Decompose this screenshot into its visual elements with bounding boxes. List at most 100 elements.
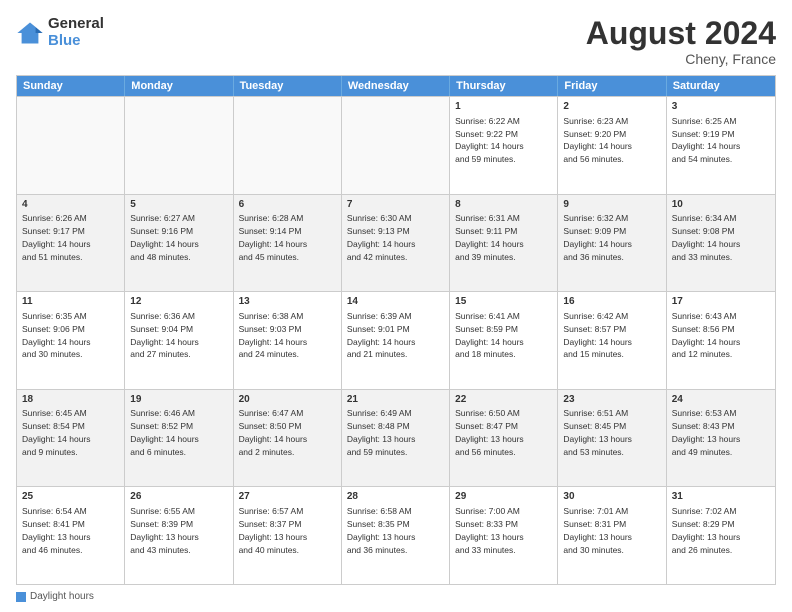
cell-info: Sunrise: 6:38 AM Sunset: 9:03 PM Dayligh… [239,311,308,360]
cal-cell-empty-2 [234,97,342,194]
cal-cell-21: 21Sunrise: 6:49 AM Sunset: 8:48 PM Dayli… [342,390,450,487]
cell-info: Sunrise: 7:02 AM Sunset: 8:29 PM Dayligh… [672,506,741,555]
day-number: 5 [130,198,227,212]
header-day-wednesday: Wednesday [342,76,450,96]
day-number: 6 [239,198,336,212]
cell-info: Sunrise: 6:25 AM Sunset: 9:19 PM Dayligh… [672,116,741,165]
cal-cell-13: 13 Sunrise: 6:38 AM Sunset: 9:03 PM Dayli… [234,292,342,389]
cell-info: Sunrise: 6:31 AM Sunset: 9:11 PM Dayligh… [455,213,524,262]
cell-info: Sunrise: 7:01 AM Sunset: 8:31 PM Dayligh… [563,506,632,555]
logo: General Blue [16,16,104,49]
cell-info: Sunrise: 6:49 AM Sunset: 8:48 PM Dayligh… [347,408,416,457]
day-number: 2 [563,100,660,114]
calendar: SundayMondayTuesdayWednesdayThursdayFrid… [16,75,776,585]
cal-cell-12: 12 Sunrise: 6:36 AM Sunset: 9:04 PM Dayli… [125,292,233,389]
cell-info: Sunrise: 6:50 AM Sunset: 8:47 PM Dayligh… [455,408,524,457]
day-number: 21 [347,393,444,407]
cell-info: Sunrise: 6:55 AM Sunset: 8:39 PM Dayligh… [130,506,199,555]
title-block: August 2024 Cheny, France [586,16,776,67]
cal-cell-6: 6Sunrise: 6:28 AM Sunset: 9:14 PM Daylig… [234,195,342,292]
cal-cell-24: 24Sunrise: 6:53 AM Sunset: 8:43 PM Dayli… [667,390,775,487]
day-number: 22 [455,393,552,407]
cal-cell-31: 31Sunrise: 7:02 AM Sunset: 8:29 PM Dayli… [667,487,775,584]
cell-info: Sunrise: 6:42 AM Sunset: 8:57 PM Dayligh… [563,311,632,360]
day-number: 24 [672,393,770,407]
footer: Daylight hours [16,591,776,602]
calendar-row-2: 4Sunrise: 6:26 AM Sunset: 9:17 PM Daylig… [17,194,775,292]
cal-cell-18: 18Sunrise: 6:45 AM Sunset: 8:54 PM Dayli… [17,390,125,487]
day-number: 27 [239,490,336,504]
cal-cell-30: 30 Sunrise: 7:01 AM Sunset: 8:31 PM Dayli… [558,487,666,584]
cal-cell-25: 25 Sunrise: 6:54 AM Sunset: 8:41 PM Dayli… [17,487,125,584]
day-number: 7 [347,198,444,212]
cal-cell-15: 15Sunrise: 6:41 AM Sunset: 8:59 PM Dayli… [450,292,558,389]
cal-cell-5: 5Sunrise: 6:27 AM Sunset: 9:16 PM Daylig… [125,195,233,292]
cal-cell-8: 8Sunrise: 6:31 AM Sunset: 9:11 PM Daylig… [450,195,558,292]
cal-cell-empty-3 [342,97,450,194]
calendar-row-4: 18Sunrise: 6:45 AM Sunset: 8:54 PM Dayli… [17,389,775,487]
cell-info: Sunrise: 6:43 AM Sunset: 8:56 PM Dayligh… [672,311,741,360]
logo-text: General Blue [48,16,104,49]
day-number: 28 [347,490,444,504]
cal-cell-28: 28Sunrise: 6:58 AM Sunset: 8:35 PM Dayli… [342,487,450,584]
cal-cell-27: 27Sunrise: 6:57 AM Sunset: 8:37 PM Dayli… [234,487,342,584]
day-number: 1 [455,100,552,114]
day-number: 16 [563,295,660,309]
day-number: 4 [22,198,119,212]
cell-info: Sunrise: 6:39 AM Sunset: 9:01 PM Dayligh… [347,311,416,360]
cal-cell-26: 26 Sunrise: 6:55 AM Sunset: 8:39 PM Dayli… [125,487,233,584]
cal-cell-4: 4Sunrise: 6:26 AM Sunset: 9:17 PM Daylig… [17,195,125,292]
day-number: 17 [672,295,770,309]
cell-info: Sunrise: 6:23 AM Sunset: 9:20 PM Dayligh… [563,116,632,165]
cal-cell-19: 19Sunrise: 6:46 AM Sunset: 8:52 PM Dayli… [125,390,233,487]
cal-cell-empty-0 [17,97,125,194]
cell-info: Sunrise: 6:46 AM Sunset: 8:52 PM Dayligh… [130,408,199,457]
cell-info: Sunrise: 6:35 AM Sunset: 9:06 PM Dayligh… [22,311,91,360]
location: Cheny, France [586,51,776,67]
cell-info: Sunrise: 6:26 AM Sunset: 9:17 PM Dayligh… [22,213,91,262]
header-day-tuesday: Tuesday [234,76,342,96]
day-number: 13 [239,295,336,309]
day-number: 12 [130,295,227,309]
cal-cell-1: 1Sunrise: 6:22 AM Sunset: 9:22 PM Daylig… [450,97,558,194]
cell-info: Sunrise: 6:45 AM Sunset: 8:54 PM Dayligh… [22,408,91,457]
day-number: 29 [455,490,552,504]
calendar-row-1: 1Sunrise: 6:22 AM Sunset: 9:22 PM Daylig… [17,96,775,194]
cell-info: Sunrise: 6:28 AM Sunset: 9:14 PM Dayligh… [239,213,308,262]
cal-cell-11: 11 Sunrise: 6:35 AM Sunset: 9:06 PM Dayli… [17,292,125,389]
day-number: 8 [455,198,552,212]
header-day-saturday: Saturday [667,76,775,96]
cal-cell-9: 9Sunrise: 6:32 AM Sunset: 9:09 PM Daylig… [558,195,666,292]
day-number: 18 [22,393,119,407]
cal-cell-2: 2 Sunrise: 6:23 AM Sunset: 9:20 PM Daylig… [558,97,666,194]
cal-cell-20: 20Sunrise: 6:47 AM Sunset: 8:50 PM Dayli… [234,390,342,487]
cell-info: Sunrise: 6:36 AM Sunset: 9:04 PM Dayligh… [130,311,199,360]
cell-info: Sunrise: 6:53 AM Sunset: 8:43 PM Dayligh… [672,408,741,457]
logo-icon [16,19,44,47]
cal-cell-14: 14 Sunrise: 6:39 AM Sunset: 9:01 PM Dayli… [342,292,450,389]
calendar-row-5: 25 Sunrise: 6:54 AM Sunset: 8:41 PM Dayli… [17,486,775,584]
cal-cell-10: 10Sunrise: 6:34 AM Sunset: 9:08 PM Dayli… [667,195,775,292]
day-number: 25 [22,490,119,504]
cell-info: Sunrise: 6:32 AM Sunset: 9:09 PM Dayligh… [563,213,632,262]
month-year: August 2024 [586,16,776,51]
day-number: 11 [22,295,119,309]
day-number: 30 [563,490,660,504]
logo-general-text: General [48,16,104,33]
cal-cell-16: 16 Sunrise: 6:42 AM Sunset: 8:57 PM Dayli… [558,292,666,389]
day-number: 15 [455,295,552,309]
day-number: 20 [239,393,336,407]
day-number: 14 [347,295,444,309]
cal-cell-23: 23Sunrise: 6:51 AM Sunset: 8:45 PM Dayli… [558,390,666,487]
cal-cell-29: 29Sunrise: 7:00 AM Sunset: 8:33 PM Dayli… [450,487,558,584]
day-number: 26 [130,490,227,504]
cell-info: Sunrise: 6:27 AM Sunset: 9:16 PM Dayligh… [130,213,199,262]
day-number: 3 [672,100,770,114]
cal-cell-7: 7Sunrise: 6:30 AM Sunset: 9:13 PM Daylig… [342,195,450,292]
day-number: 19 [130,393,227,407]
cal-cell-22: 22Sunrise: 6:50 AM Sunset: 8:47 PM Dayli… [450,390,558,487]
cell-info: Sunrise: 6:30 AM Sunset: 9:13 PM Dayligh… [347,213,416,262]
cal-cell-17: 17 Sunrise: 6:43 AM Sunset: 8:56 PM Dayli… [667,292,775,389]
cal-cell-3: 3 Sunrise: 6:25 AM Sunset: 9:19 PM Daylig… [667,97,775,194]
cell-info: Sunrise: 6:54 AM Sunset: 8:41 PM Dayligh… [22,506,91,555]
